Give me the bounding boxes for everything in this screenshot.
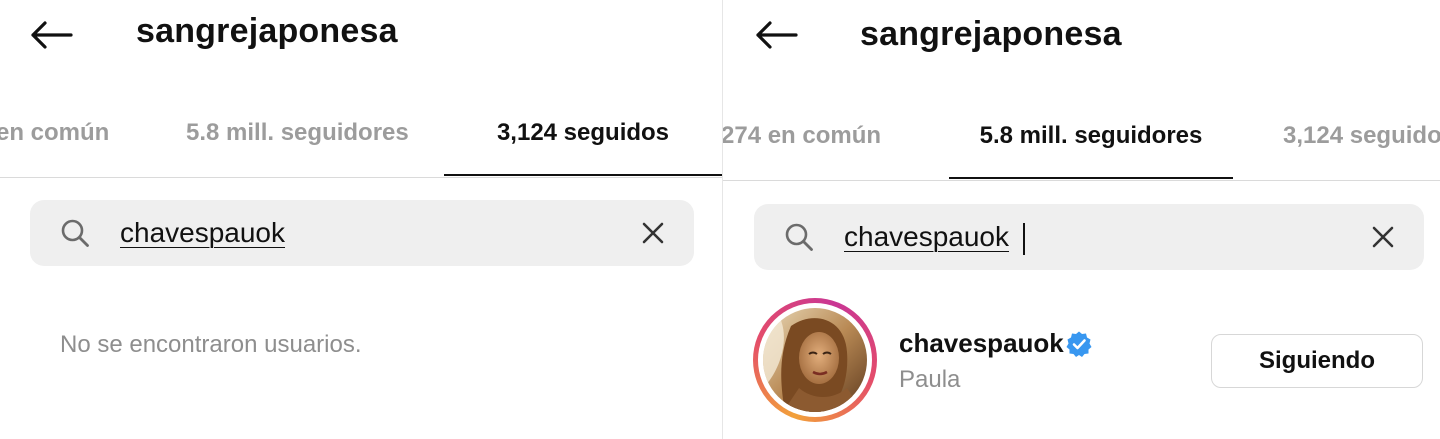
text-caret <box>1023 223 1025 255</box>
tab-bar: 274 en común 5.8 mill. seguidores 3,124 … <box>723 103 1440 169</box>
tab-divider <box>0 177 722 178</box>
following-button[interactable]: Siguiendo <box>1211 334 1423 388</box>
header: sangrejaponesa <box>723 0 1440 70</box>
close-icon[interactable] <box>640 220 666 246</box>
tab-following[interactable]: 3,124 seguidos <box>444 100 722 166</box>
search-input[interactable]: chavespauok <box>120 200 285 266</box>
left-screenshot: sangrejaponesa en común 5.8 mill. seguid… <box>0 0 722 439</box>
verified-badge-icon <box>1066 331 1092 357</box>
empty-state-message: No se encontraron usuarios. <box>60 331 362 358</box>
search-bar[interactable]: chavespauok <box>754 204 1424 270</box>
result-username[interactable]: chavespauok <box>899 328 1064 359</box>
tab-followers[interactable]: 5.8 mill. seguidores <box>949 103 1233 169</box>
story-ring <box>753 298 877 422</box>
tab-mutual[interactable]: en común <box>0 100 109 166</box>
avatar[interactable] <box>763 308 867 412</box>
header: sangrejaponesa <box>0 0 722 70</box>
active-tab-indicator <box>444 174 722 176</box>
profile-photo <box>763 308 867 412</box>
arrow-left-icon <box>31 21 73 49</box>
tab-mutual[interactable]: 274 en común <box>723 103 881 169</box>
search-bar[interactable]: chavespauok <box>30 200 694 266</box>
tab-followers[interactable]: 5.8 mill. seguidores <box>186 100 409 166</box>
active-tab-indicator <box>949 177 1233 179</box>
search-icon <box>61 219 89 247</box>
right-screenshot: sangrejaponesa 274 en común 5.8 mill. se… <box>722 0 1440 439</box>
search-input[interactable]: chavespauok <box>844 204 1009 270</box>
tab-divider <box>723 180 1440 181</box>
close-icon[interactable] <box>1370 224 1396 250</box>
user-result-row[interactable]: chavespauok Paula Siguiendo <box>753 298 1425 422</box>
tab-following[interactable]: 3,124 seguido <box>1283 103 1440 169</box>
page-title: sangrejaponesa <box>860 15 1122 53</box>
page-title: sangrejaponesa <box>136 12 398 50</box>
arrow-left-icon <box>756 21 798 49</box>
search-icon <box>785 223 813 251</box>
back-button[interactable] <box>751 14 801 56</box>
result-full-name: Paula <box>899 366 961 393</box>
tab-bar: en común 5.8 mill. seguidores 3,124 segu… <box>0 100 722 166</box>
back-button[interactable] <box>26 14 76 56</box>
